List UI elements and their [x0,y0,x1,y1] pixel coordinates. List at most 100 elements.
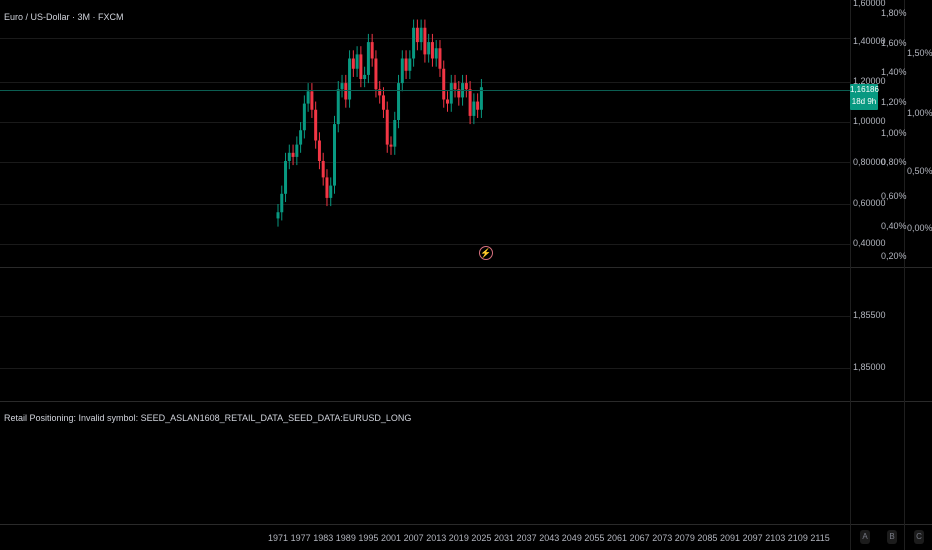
lightning-icon[interactable]: ⚡ [479,246,493,260]
candle-body [287,152,291,161]
pct2-tick: 0,50% [907,166,932,176]
time-axis-separator [0,524,932,525]
time-tick: 2097 [742,533,763,543]
candle-body [366,42,370,75]
pct-tick: 0,40% [881,221,907,231]
candle-body [314,109,318,141]
time-tick: 2073 [652,533,673,543]
scale-button-a[interactable]: A [860,530,870,544]
candle-body [340,83,344,90]
candle-body [276,212,280,219]
candle-body [381,95,385,110]
candle-body [408,58,412,71]
pct2-tick: 1,00% [907,108,932,118]
price-tick: 1,00000 [853,116,886,126]
candle-body [476,101,480,110]
candle-body [434,48,438,59]
countdown-value: 18d 9h [851,97,877,106]
time-tick: 2049 [561,533,582,543]
candle-body [449,83,453,104]
time-tick: 2091 [720,533,741,543]
candle-body [344,83,348,100]
time-tick: 1989 [335,533,356,543]
candle-body [363,74,367,79]
pct2-tick: 0,00% [907,223,932,233]
pct2-tick: 1,50% [907,48,932,58]
candle-body [419,27,423,43]
candle-body [397,83,401,120]
indicator-label[interactable]: Retail Positioning: Invalid symbol: SEED… [4,413,411,423]
candle-body [438,48,442,69]
time-tick: 2007 [403,533,424,543]
candle-body [359,54,363,79]
scale-button-c[interactable]: C [914,530,924,544]
time-tick: 2043 [539,533,560,543]
candle-body [321,161,325,178]
candle-body [317,140,321,161]
current-price-line [0,90,850,91]
chart-title[interactable]: Euro / US-Dollar · 3M · FXCM [4,12,124,22]
time-tick: 2079 [674,533,695,543]
candle-body [348,58,352,100]
pct-tick: 1,60% [881,38,907,48]
current-price-value: 1,16186 [850,85,879,94]
time-tick: 2115 [810,533,830,543]
time-tick: 1977 [290,533,311,543]
price-tick: 1,60000 [853,0,886,8]
candle-body [374,58,378,90]
pct-tick: 0,20% [881,251,907,261]
time-tick: 2109 [787,533,808,543]
candle-body [336,89,340,125]
candle-body [333,124,336,186]
candle-body [446,99,449,104]
price-chart[interactable] [0,0,850,267]
candle-body [310,91,314,110]
candle-body [299,130,303,145]
candle-body [295,144,299,157]
candle-body [355,54,359,69]
candle-body [404,58,408,71]
pct-tick: 1,40% [881,67,907,77]
candle-body [284,161,288,194]
candle-body [389,144,393,147]
pct-tick: 0,60% [881,191,907,201]
pane-separator-2[interactable] [0,401,932,402]
price-axis-border [850,0,851,550]
candle-body [291,152,295,157]
pane-separator-1[interactable] [0,267,932,268]
candle-body [464,83,468,90]
time-tick: 2013 [426,533,447,543]
candle-body [442,68,446,100]
candle-body [427,42,431,55]
price-tick: 0,40000 [853,238,886,248]
time-tick: 1983 [313,533,334,543]
time-tick: 2061 [607,533,628,543]
time-tick: 1971 [268,533,289,543]
pct-tick: 1,20% [881,97,907,107]
candle-body [325,177,329,198]
candle-body [329,185,333,198]
pane2-tick: 1,85500 [853,310,886,320]
time-tick: 2103 [765,533,786,543]
candle-body [302,103,306,131]
pct-axis-border [904,0,905,550]
scale-button-b[interactable]: B [887,530,897,544]
candle-body [412,27,416,59]
time-tick: 2025 [471,533,492,543]
pct-tick: 0,80% [881,157,907,167]
time-tick: 2031 [494,533,515,543]
candle-body [351,58,355,69]
candle-body [370,42,374,59]
candle-body [280,193,284,213]
time-tick: 2085 [697,533,718,543]
candle-body [468,89,472,116]
pct-tick: 1,00% [881,128,907,138]
candle-body [385,109,389,145]
candle-body [430,42,434,59]
candle-body [393,120,397,147]
pane2-tick: 1,85000 [853,362,886,372]
candle-body [306,91,310,104]
time-tick: 2037 [516,533,537,543]
time-tick: 2001 [381,533,402,543]
candle-body [415,27,419,43]
